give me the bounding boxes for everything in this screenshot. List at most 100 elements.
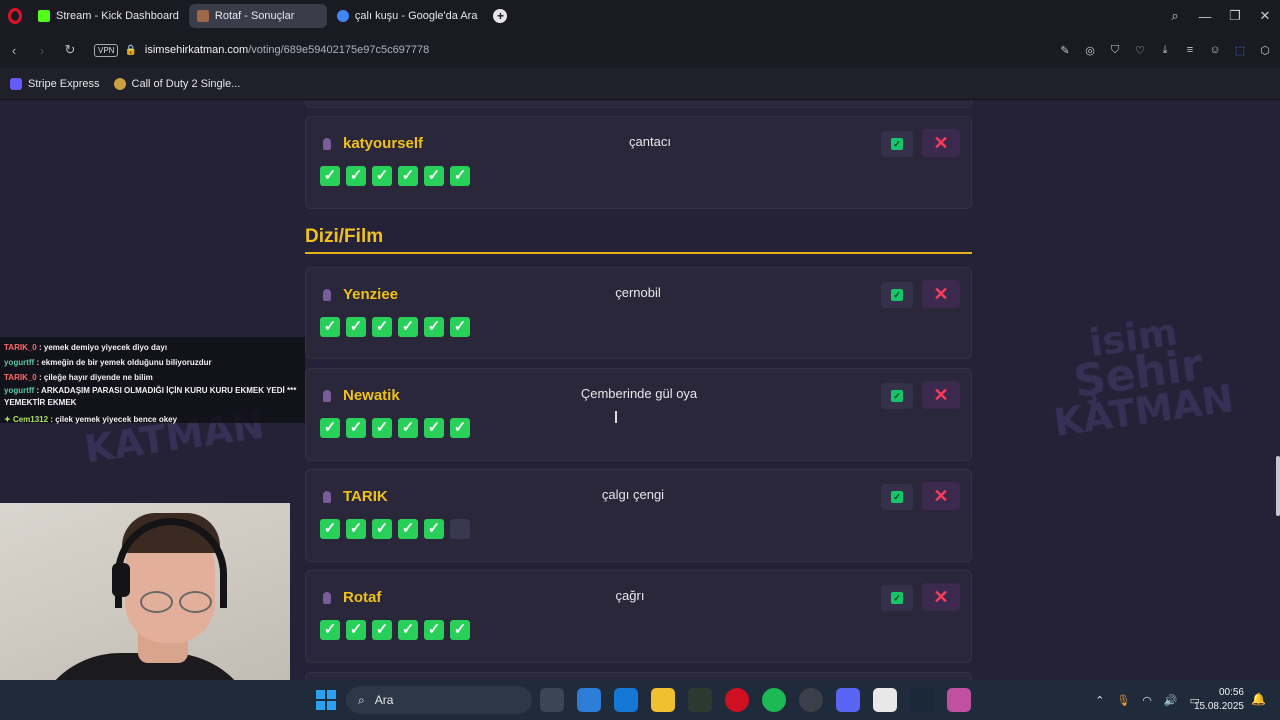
vote-check-icon: ✓ xyxy=(372,620,392,640)
vote-list: ✓ ✓ ✓ ✓ ✓ ✓ xyxy=(320,620,470,640)
answer-card: katyourself çantacı ✓ ✕ ✓ ✓ ✓ ✓ ✓ ✓ xyxy=(305,116,972,209)
approve-button[interactable]: ✓ xyxy=(881,484,913,510)
vpn-badge[interactable]: VPN xyxy=(94,43,119,57)
search-icon: ⌕ xyxy=(358,692,365,707)
steam-icon[interactable] xyxy=(910,688,934,712)
chat-message: TARIK_0 : çileğe hayır diyende ne bilim xyxy=(4,370,301,385)
file-explorer-icon[interactable] xyxy=(651,688,675,712)
tab-kick-dashboard[interactable]: Stream - Kick Dashboard xyxy=(30,4,187,28)
chevron-up-icon[interactable]: ⌃ xyxy=(1095,694,1104,707)
answer-card: Yenziee çernobil ✓ ✕ ✓ ✓ ✓ ✓ ✓ ✓ xyxy=(305,267,972,359)
camera-icon[interactable]: ◎ xyxy=(1083,44,1097,57)
taskbar-search[interactable]: ⌕ Ara xyxy=(346,686,532,714)
reject-button[interactable]: ✕ xyxy=(922,482,960,510)
vote-check-icon: ✓ xyxy=(320,620,340,640)
player-name: Newatik xyxy=(343,387,400,404)
shield-icon[interactable]: ⛉ xyxy=(1108,44,1122,57)
player-name: TARIK xyxy=(343,488,388,505)
extensions-icon[interactable]: ⬡ xyxy=(1258,44,1272,57)
vote-check-icon: ✓ xyxy=(398,418,418,438)
system-clock[interactable]: 00:56 15.08.2025 xyxy=(1194,686,1244,714)
headset-earcup xyxy=(112,563,130,597)
system-tray: ⌃ 🎙 ◠ 🔊 ▭ xyxy=(1095,680,1200,720)
translate-icon[interactable]: ⬚ xyxy=(1233,44,1247,57)
reject-button[interactable]: ✕ xyxy=(922,583,960,611)
watermark-logo: isim Şehir KATMAN xyxy=(1041,308,1236,444)
bookmark-call-of-duty[interactable]: Call of Duty 2 Single... xyxy=(113,77,240,90)
approve-button[interactable]: ✓ xyxy=(881,282,913,308)
microphone-icon[interactable]: 🎙 xyxy=(1116,694,1130,707)
check-icon: ✓ xyxy=(891,138,903,150)
spotify-icon[interactable] xyxy=(762,688,786,712)
voting-page: isim Şehir KATMAN KATMAN katyourself çan… xyxy=(0,100,1280,680)
volume-icon[interactable]: 🔊 xyxy=(1164,694,1178,707)
player-name: Yenziee xyxy=(343,286,399,303)
obs-icon[interactable] xyxy=(799,688,823,712)
vote-check-icon: ✓ xyxy=(320,519,340,539)
google-icon xyxy=(336,10,349,22)
player-name: katyourself xyxy=(343,135,424,152)
vote-check-icon: ✓ xyxy=(372,418,392,438)
chat-message: ✦ Cem1312 : çilek yemek yiyecek bence ok… xyxy=(4,412,301,427)
store-icon[interactable] xyxy=(577,688,601,712)
discord-icon[interactable] xyxy=(836,688,860,712)
approve-button[interactable]: ✓ xyxy=(881,131,913,157)
kick-icon xyxy=(38,10,50,22)
url-field[interactable]: isimsehirkatman.com/voting/689e59402175e… xyxy=(145,44,429,56)
app-icon[interactable] xyxy=(947,688,971,712)
vote-check-icon: ✓ xyxy=(346,620,366,640)
bookmarks-bar: Stripe Express Call of Duty 2 Single... xyxy=(0,68,1280,100)
profile-icon[interactable]: ☺ xyxy=(1208,44,1222,56)
task-view-icon[interactable] xyxy=(540,688,564,712)
vote-check-icon: ✓ xyxy=(424,620,444,640)
answer-card-partial xyxy=(305,672,972,680)
glasses xyxy=(140,591,212,613)
tab-rotaf-sonuclar[interactable]: Rotaf - Sonuçlar xyxy=(188,4,327,28)
address-bar: ‹ › ↻ VPN 🔒 isimsehirkatman.com/voting/6… xyxy=(0,32,1280,68)
webcam-overlay xyxy=(0,503,290,680)
reject-button[interactable]: ✕ xyxy=(922,129,960,157)
download-icon[interactable]: ⤓ xyxy=(1158,44,1172,57)
menu-icon[interactable]: ≡ xyxy=(1183,44,1197,56)
reject-button[interactable]: ✕ xyxy=(922,381,960,409)
maximize-icon[interactable]: ❐ xyxy=(1220,8,1250,24)
reload-icon[interactable]: ↻ xyxy=(56,42,84,58)
wifi-icon[interactable]: ◠ xyxy=(1142,694,1152,707)
notification-icon[interactable]: 🔔 xyxy=(1251,692,1266,706)
back-icon[interactable]: ‹ xyxy=(0,43,28,58)
lock-icon[interactable]: 🔒 xyxy=(124,45,136,56)
chat-message: yogurtff : ekmeğin de bir yemek olduğunu… xyxy=(4,355,301,370)
url-path: /voting/689e59402175e97c5c697778 xyxy=(248,44,430,56)
player-name: Rotaf xyxy=(343,589,382,606)
vote-check-icon: ✓ xyxy=(320,418,340,438)
approve-button[interactable]: ✓ xyxy=(881,383,913,409)
outlook-icon[interactable] xyxy=(614,688,638,712)
answer-card-partial xyxy=(305,100,972,108)
windows-start-icon[interactable] xyxy=(316,690,336,710)
clock-time: 00:56 xyxy=(1218,687,1244,698)
forward-icon[interactable]: › xyxy=(28,43,56,58)
taskbar-apps xyxy=(540,688,971,712)
approve-button[interactable]: ✓ xyxy=(881,585,913,611)
scrollbar-thumb[interactable] xyxy=(1276,456,1280,516)
bookmark-label: Stripe Express xyxy=(28,77,100,90)
bookmark-stripe-express[interactable]: Stripe Express xyxy=(10,77,100,90)
edit-icon[interactable]: ✎ xyxy=(1058,44,1072,57)
answer-text: Çemberinde gül oya xyxy=(580,386,698,401)
new-tab-icon[interactable]: + xyxy=(493,9,508,23)
league-icon[interactable] xyxy=(688,688,712,712)
game-icon[interactable] xyxy=(873,688,897,712)
opera-icon[interactable] xyxy=(725,688,749,712)
tab-title: Stream - Kick Dashboard xyxy=(56,10,179,22)
tab-google-search[interactable]: çalı kuşu - Google'da Ara xyxy=(329,4,486,28)
check-icon: ✓ xyxy=(891,491,903,503)
heart-icon[interactable]: ♡ xyxy=(1133,44,1147,57)
vote-check-icon: ✓ xyxy=(346,418,366,438)
search-tabs-icon[interactable]: ⌕ xyxy=(1160,8,1190,24)
reject-button[interactable]: ✕ xyxy=(922,280,960,308)
close-icon[interactable]: ✕ xyxy=(1250,8,1280,24)
vote-check-icon: ✓ xyxy=(372,317,392,337)
minimize-icon[interactable]: — xyxy=(1190,9,1220,24)
chat-user: TARIK_0 xyxy=(4,373,37,382)
opera-menu-icon[interactable] xyxy=(0,0,30,32)
